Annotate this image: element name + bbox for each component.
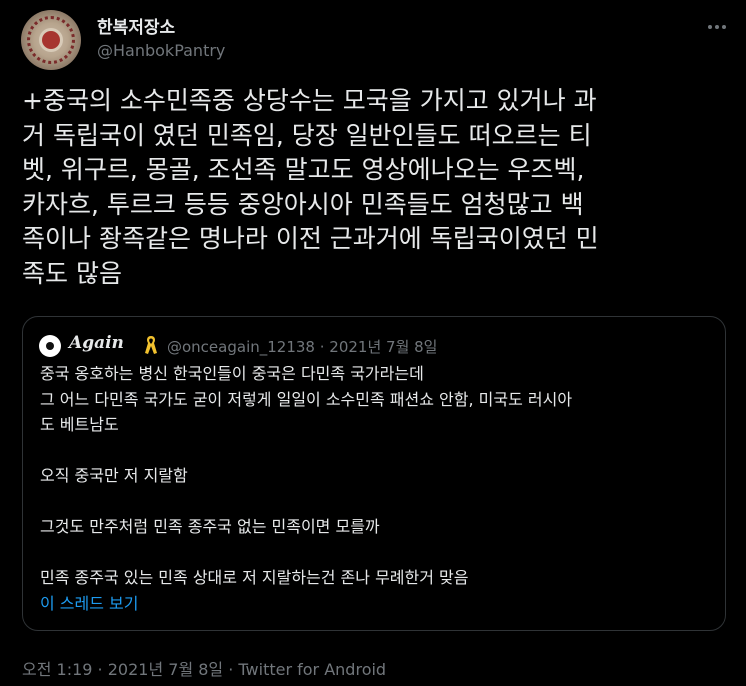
tweet-date[interactable]: 2021년 7월 8일 (108, 660, 223, 679)
show-thread-link[interactable]: 이 스레드 보기 (40, 590, 139, 614)
quoted-avatar-dot (46, 342, 54, 350)
author-handle[interactable]: @HanbokPantry (97, 41, 225, 60)
more-dot (722, 25, 726, 29)
yellow-ribbon-icon (145, 336, 157, 354)
more-dots-icon (708, 25, 712, 29)
quoted-tweet[interactable]: Again @onceagain_12138 · 2021년 7월 8일 중국 … (22, 316, 726, 631)
tweet-meta: 오전 1:19 · 2021년 7월 8일 · Twitter for Andr… (22, 656, 386, 680)
quoted-text: 중국 옹호하는 병신 한국인들이 중국은 다민족 국가라는데 그 어느 다민족 … (40, 364, 573, 587)
avatar-pattern-center (42, 31, 60, 49)
tweet-time[interactable]: 오전 1:19 (22, 660, 92, 679)
tweet-source[interactable]: Twitter for Android (238, 660, 386, 679)
tweet: 한복저장소 @HanbokPantry +중국의 소수민족중 상당수는 모국을 … (0, 0, 746, 686)
meta-separator: · (92, 660, 108, 679)
quoted-separator: · (314, 338, 330, 356)
more-options-button[interactable] (700, 12, 734, 42)
quoted-handle[interactable]: @onceagain_12138 (167, 338, 315, 356)
quoted-display-name[interactable]: Again (69, 333, 124, 353)
tweet-text: +중국의 소수민족중 상당수는 모국을 가지고 있거나 과 거 독립국이 였던 … (22, 86, 599, 288)
quoted-meta: @onceagain_12138 · 2021년 7월 8일 (167, 336, 437, 357)
more-dot (715, 25, 719, 29)
meta-separator: · (223, 660, 239, 679)
author-display-name[interactable]: 한복저장소 (97, 13, 175, 38)
quoted-date[interactable]: 2021년 7월 8일 (329, 338, 437, 356)
avatar[interactable] (21, 10, 81, 70)
quoted-avatar[interactable] (39, 335, 61, 357)
